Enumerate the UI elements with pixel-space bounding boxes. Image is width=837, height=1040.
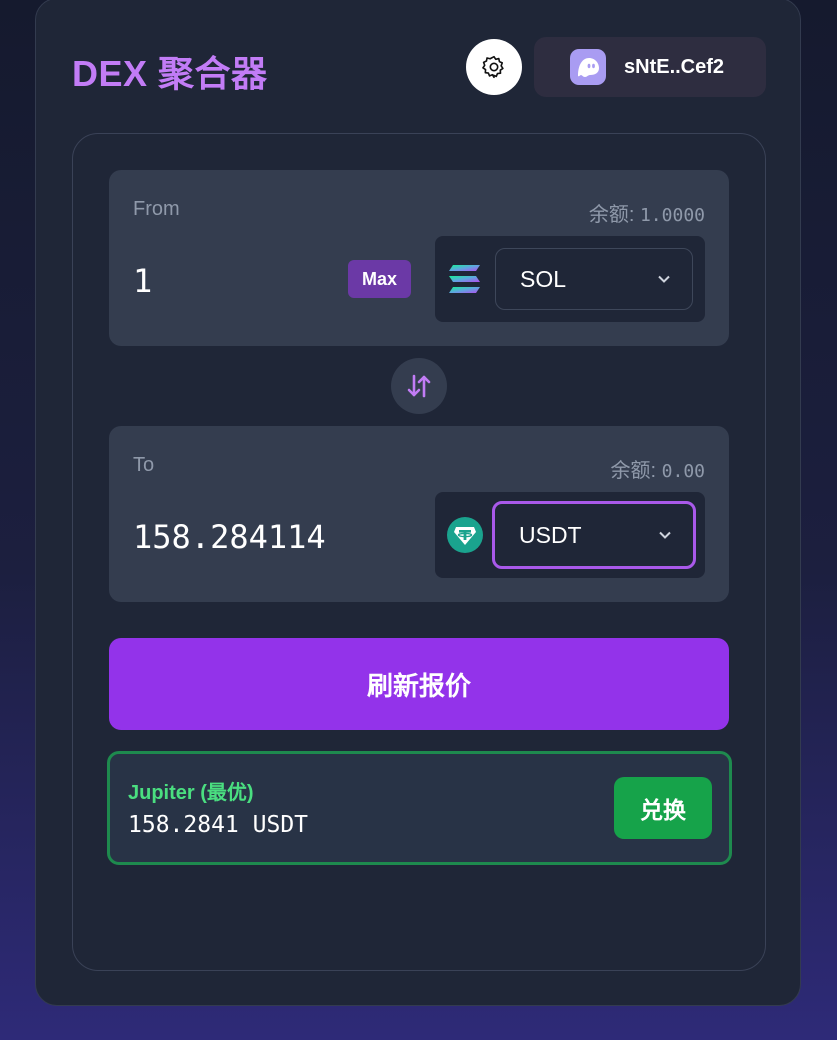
max-button[interactable]: Max — [348, 260, 411, 298]
from-token-selector: SOL — [435, 236, 705, 322]
swap-button[interactable]: 兑换 — [614, 777, 712, 839]
route-name: Jupiter (最优) — [128, 782, 254, 804]
chevron-down-icon — [658, 275, 670, 283]
to-token-symbol: USDT — [519, 521, 582, 548]
from-box: From 余额: 1.0000 1 Max SOL — [109, 170, 729, 346]
gear-icon — [482, 55, 504, 79]
from-amount-input[interactable]: 1 — [133, 262, 152, 300]
wallet-button[interactable]: sNtE..Cef2 — [534, 37, 766, 97]
wallet-address: sNtE..Cef2 — [624, 55, 725, 78]
tether-logo-icon — [447, 517, 483, 553]
swap-arrows-icon — [407, 374, 431, 398]
from-balance: 余额: 1.0000 — [589, 198, 705, 227]
swap-panel: From 余额: 1.0000 1 Max SOL To 余额: 0.00 15… — [72, 133, 766, 971]
best-route-card: Jupiter (最优) 158.2841 USDT 兑换 — [107, 751, 732, 865]
from-balance-value: 1.0000 — [639, 205, 705, 226]
to-label: To — [133, 454, 155, 476]
to-token-select[interactable]: USDT — [492, 501, 696, 569]
from-balance-label: 余额: — [588, 204, 635, 226]
dex-aggregator-card: DEX 聚合器 sNtE..Cef2 From 余额: 1.0000 1 Max — [35, 0, 801, 1006]
refresh-quote-button[interactable]: 刷新报价 — [109, 638, 729, 730]
from-token-symbol: SOL — [520, 265, 567, 292]
phantom-ghost-icon — [570, 49, 606, 85]
to-box: To 余额: 0.00 158.284114 USDT — [109, 426, 729, 602]
solana-logo-icon — [449, 265, 480, 293]
to-balance: 余额: 0.00 — [611, 454, 705, 483]
to-balance-label: 余额: — [610, 460, 657, 482]
route-output-amount: 158.2841 USDT — [128, 812, 309, 838]
from-token-select[interactable]: SOL — [495, 248, 693, 310]
settings-button[interactable] — [466, 39, 522, 95]
to-token-selector: USDT — [435, 492, 705, 578]
to-balance-value: 0.00 — [661, 461, 705, 482]
from-label: From — [133, 198, 180, 220]
to-amount-output: 158.284114 — [133, 518, 326, 556]
app-title: DEX 聚合器 — [72, 53, 268, 94]
flip-direction-button[interactable] — [391, 358, 447, 414]
chevron-down-icon — [659, 531, 671, 539]
